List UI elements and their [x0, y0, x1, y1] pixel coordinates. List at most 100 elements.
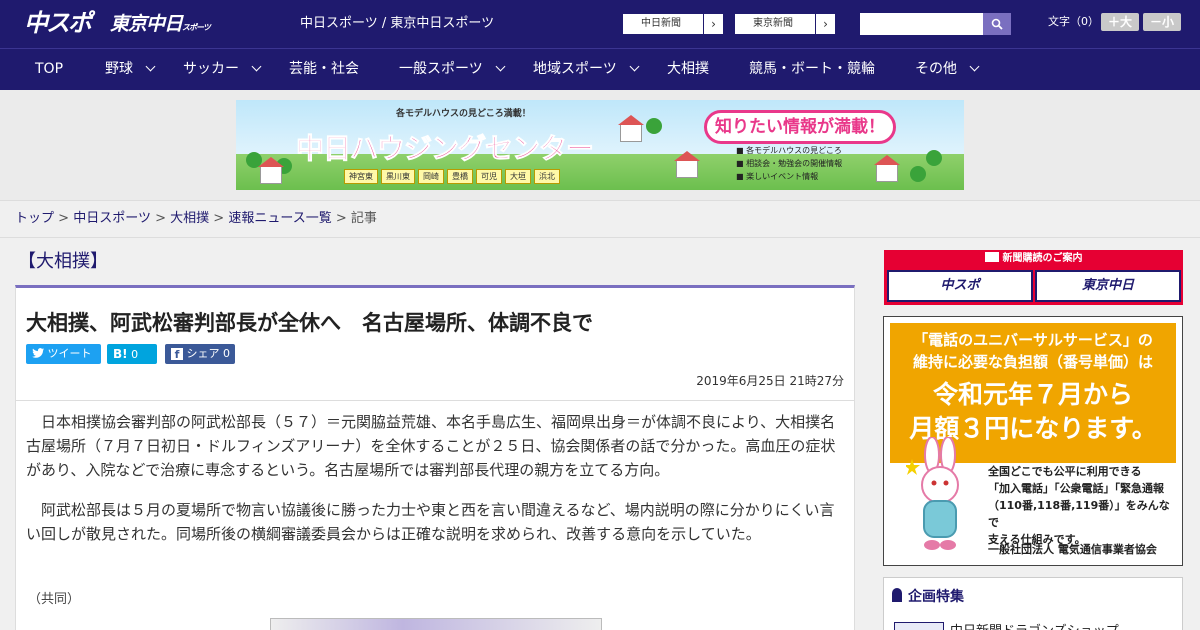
facebook-share-button[interactable]: f シェア 0 — [165, 344, 235, 364]
breadcrumb-separator: > — [58, 211, 70, 226]
font-increase-button[interactable]: ＋大 — [1101, 13, 1139, 31]
ext-link-label: 中日新聞 — [641, 18, 681, 29]
universal-ad-line: 「電話のユニバーサルサービス」の — [913, 331, 1153, 349]
town-tag: 豊橋 — [447, 169, 473, 184]
banner-towns: 神宮東 黒川東 岡崎 豊橋 可児 大垣 浜北 — [344, 168, 563, 184]
chuspo-logo[interactable]: 中スポ — [24, 8, 102, 38]
article-paragraph: 日本相撲協会審判部の阿武松部長（５７）＝元関脇益荒雄、本名手島広生、福岡県出身＝… — [26, 413, 836, 479]
nav-label: その他 — [915, 61, 957, 77]
chevron-down-icon — [251, 61, 262, 72]
breadcrumb-top[interactable]: トップ — [15, 211, 54, 226]
newspaper-icon — [984, 252, 999, 262]
nav-label: 芸能・社会 — [289, 61, 359, 77]
nav-item-baseball[interactable]: 野球 — [105, 49, 156, 90]
town-tag: 神宮東 — [344, 169, 378, 184]
feature-link[interactable]: 中日新聞ドラゴンズショップ — [950, 620, 1119, 630]
chunichi-shimbun-link[interactable]: 中日新聞 › — [622, 13, 724, 35]
font-size-label: 文字（0） — [1048, 15, 1099, 28]
tree-decoration — [910, 166, 926, 182]
main-nav: TOP 野球 サッカー 芸能・社会 一般スポーツ 地域スポーツ 大相撲 競馬・ボ… — [0, 48, 1200, 90]
article-photo[interactable] — [270, 618, 602, 630]
hatena-b-icon: B! — [113, 347, 128, 361]
nav-item-local-sports[interactable]: 地域スポーツ — [533, 49, 640, 90]
facebook-share-label: シェア — [186, 347, 220, 360]
facebook-f-icon: f — [171, 348, 183, 361]
tokyo-chunichi-logo-text: 東京中日 — [110, 13, 183, 35]
banner-area: 各モデルハウスの見どころ満載！ 中日ハウジングセンター 知りたい情報が満載！ ■… — [0, 90, 1200, 200]
feature-title: 企画特集 — [892, 584, 964, 610]
ext-link-label: 東京新聞 — [753, 18, 793, 29]
universal-service-ad[interactable]: 「電話のユニバーサルサービス」の 維持に必要な負担額（番号単価）は 令和元年７月… — [883, 316, 1183, 566]
chevron-down-icon — [969, 61, 980, 72]
banner-callout: 知りたい情報が満載！ — [704, 110, 896, 144]
banner-subtitle: 各モデルハウスの見どころ満載！ — [396, 109, 531, 119]
article-date: 2019年6月25日 21時27分 — [696, 374, 844, 388]
banner-title: 中日ハウジングセンター — [296, 132, 595, 166]
nav-item-soccer[interactable]: サッカー — [183, 49, 262, 90]
housing-center-banner[interactable]: 各モデルハウスの見どころ満載！ 中日ハウジングセンター 知りたい情報が満載！ ■… — [236, 100, 964, 190]
subscribe-chuspo[interactable]: 中スポ — [887, 270, 1033, 302]
banner-list: ■ 各モデルハウスの見どころ ■ 相談会・勉強会の開催情報 ■ 楽しいイベント情… — [736, 144, 842, 183]
town-tag: 岡崎 — [418, 169, 444, 184]
article-headline: 大相撲、阿武松審判部長が全休へ 名古屋場所、体調不良で — [26, 311, 593, 335]
search-icon — [991, 18, 1003, 30]
nav-label: 地域スポーツ — [533, 61, 617, 77]
search-button[interactable] — [983, 13, 1011, 35]
feature-thumbnail[interactable] — [894, 622, 944, 630]
house-icon — [258, 157, 284, 184]
site-header: 中スポ 東京中日スポーツ 中日スポーツ / 東京中日スポーツ 中日新聞 › 東京… — [0, 0, 1200, 48]
article-credit: （共同） — [28, 592, 81, 607]
house-icon — [674, 151, 700, 178]
article-card: 大相撲、阿武松審判部長が全休へ 名古屋場所、体調不良で ツイート B! 0 f … — [15, 285, 855, 630]
tweet-label: ツイート — [47, 347, 92, 360]
nav-item-general-sports[interactable]: 一般スポーツ — [399, 49, 506, 90]
nav-item-other[interactable]: その他 — [915, 49, 980, 90]
universal-ad-line: 令和元年７月から — [932, 380, 1133, 409]
nav-label: 大相撲 — [667, 61, 709, 77]
bunny-mascot-icon — [906, 437, 959, 550]
universal-ad-body: 全国どこでも公平に利用できる 「加入電話」「公衆電話」「緊急通報 （110番,1… — [988, 465, 1170, 546]
banner-list-item: ■ 各モデルハウスの見どころ — [736, 146, 842, 155]
tokyo-chunichi-logo[interactable]: 東京中日スポーツ — [110, 10, 211, 38]
font-decrease-button[interactable]: －小 — [1143, 13, 1181, 31]
article-category: 【大相撲】 — [18, 251, 108, 272]
hatena-bookmark-button[interactable]: B! 0 — [107, 344, 157, 364]
nav-item-entertainment[interactable]: 芸能・社会 — [289, 49, 359, 90]
subscription-title: 新聞購読のご案内 — [884, 250, 1183, 268]
nav-label: 競馬・ボート・競輪 — [749, 61, 875, 77]
tokyo-shimbun-link[interactable]: 東京新聞 › — [734, 13, 836, 35]
tree-decoration — [646, 118, 662, 134]
tweet-button[interactable]: ツイート — [26, 344, 101, 364]
breadcrumb: トップ > 中日スポーツ > 大相撲 > 速報ニュース一覧 > 記事 — [0, 200, 1200, 238]
ribbon-icon — [892, 588, 902, 602]
chevron-down-icon — [145, 61, 156, 72]
search-input[interactable] — [860, 13, 984, 35]
article-paragraph: 阿武松部長は５月の夏場所で物言い協議後に勝った力士や東と西を言い間違えるなど、場… — [26, 501, 835, 543]
feature-box: 企画特集 中日新聞ドラゴンズショップ — [883, 577, 1183, 630]
breadcrumb-news-list[interactable]: 速報ニュース一覧 — [228, 211, 331, 226]
chevron-right-icon: › — [703, 14, 723, 34]
subscribe-tokyo-chunichi[interactable]: 東京中日 — [1035, 270, 1181, 302]
subscription-banner[interactable]: 新聞購読のご案内 中スポ 東京中日 — [884, 250, 1183, 305]
twitter-bird-icon — [32, 348, 44, 358]
breadcrumb-current: 記事 — [350, 211, 377, 226]
breadcrumb-sumo[interactable]: 大相撲 — [170, 211, 209, 226]
nav-label: 野球 — [105, 61, 133, 77]
town-tag: 黒川東 — [381, 169, 415, 184]
breadcrumb-separator: > — [335, 211, 347, 226]
nav-item-top[interactable]: TOP — [35, 49, 63, 90]
article-divider — [16, 400, 854, 401]
nav-item-racing[interactable]: 競馬・ボート・競輪 — [749, 49, 875, 90]
house-icon — [874, 155, 900, 182]
town-tag: 浜北 — [534, 169, 560, 184]
universal-ad-line: 維持に必要な負担額（番号単価）は — [912, 353, 1153, 371]
chevron-right-icon: › — [815, 14, 835, 34]
banner-list-item: ■ 相談会・勉強会の開催情報 — [736, 159, 843, 168]
nav-label: 一般スポーツ — [399, 61, 483, 77]
breadcrumb-chuspo[interactable]: 中日スポーツ — [73, 211, 151, 226]
chevron-down-icon — [629, 61, 640, 72]
nav-label: TOP — [35, 61, 64, 77]
nav-item-sumo[interactable]: 大相撲 — [667, 49, 709, 90]
site-tagline: 中日スポーツ / 東京中日スポーツ — [300, 16, 495, 31]
tokyo-chunichi-logo-small: スポーツ — [182, 23, 211, 32]
